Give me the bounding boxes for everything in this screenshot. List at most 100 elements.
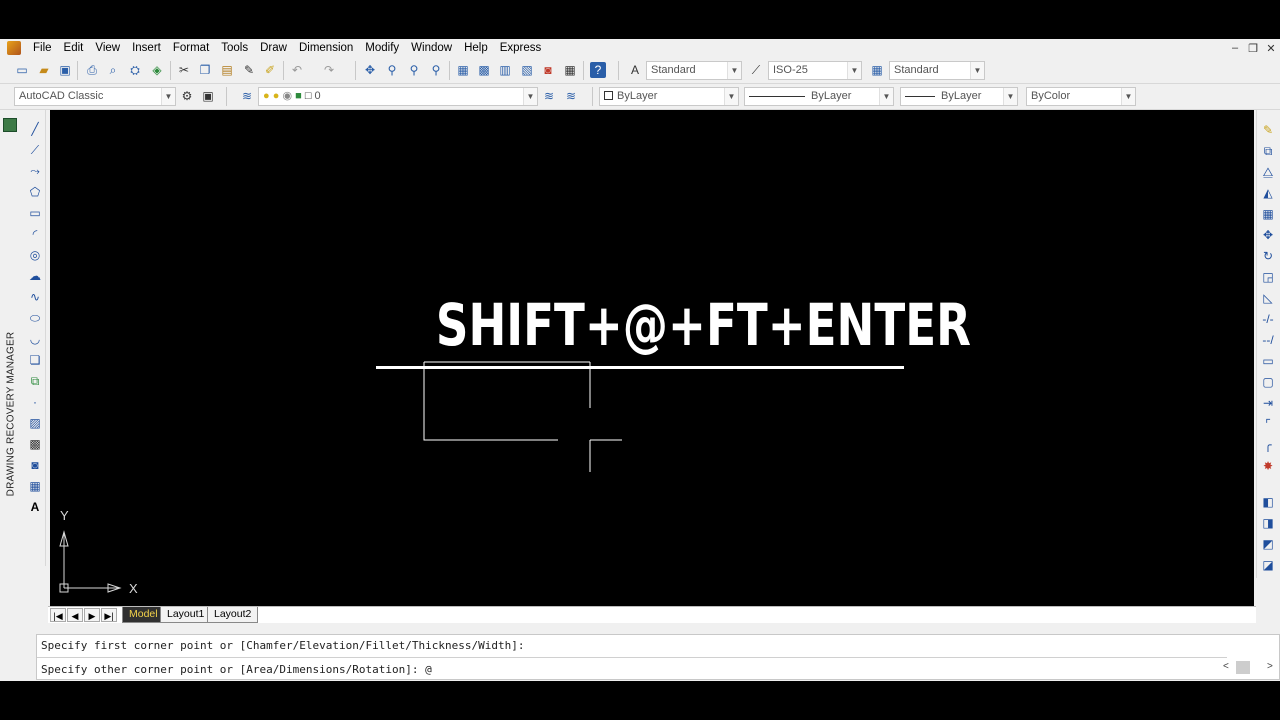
draw-order-front-icon[interactable]: ◧ [1260,494,1276,510]
plot-preview-icon[interactable]: ⌕ [105,62,121,78]
dimension-style-icon[interactable]: ⟋ [748,62,764,78]
menu-dimension[interactable]: Dimension [293,39,359,57]
make-layer-current-icon[interactable]: ≋ [541,88,557,104]
hatch-icon[interactable]: ▨ [27,415,43,431]
trim-icon[interactable]: -/- [1260,311,1276,327]
menu-window[interactable]: Window [405,39,458,57]
app-logo-icon[interactable] [7,41,21,55]
linetype-select[interactable]: ByLayer ▼ [744,87,894,106]
explode-icon[interactable]: ✸ [1260,458,1276,474]
spline-icon[interactable]: ∿ [27,289,43,305]
menu-draw[interactable]: Draw [254,39,293,57]
plot-icon[interactable]: ⎙ [84,62,100,78]
menu-edit[interactable]: Edit [58,39,90,57]
table-icon[interactable]: ▦ [27,478,43,494]
minimize-icon[interactable]: – [1226,42,1244,54]
previous-tab-button[interactable]: ◀ [67,608,83,622]
tool-palettes-icon[interactable]: ▥ [497,62,513,78]
scroll-thumb[interactable] [1236,661,1250,674]
array-icon[interactable]: ▦ [1260,206,1276,222]
workspace-save-icon[interactable]: ▣ [200,88,216,104]
markup-icon[interactable]: ◙ [540,62,556,78]
rectangle-icon[interactable]: ▭ [27,205,43,221]
undo-icon[interactable]: ↶ [289,62,305,78]
publish-icon[interactable]: ⛭ [127,62,143,78]
command-scrollbar[interactable]: < > [1219,657,1279,679]
command-line[interactable]: Specify first corner point or [Chamfer/E… [36,634,1280,680]
circle-icon[interactable]: ◎ [27,247,43,263]
line-icon[interactable]: ╱ [27,121,43,137]
break-icon[interactable]: ▢ [1260,374,1276,390]
plot-style-select[interactable]: ByColor ▼ [1026,87,1136,106]
move-icon[interactable]: ✥ [1260,227,1276,243]
ellipse-icon[interactable]: ⬭ [27,310,43,326]
menu-format[interactable]: Format [167,39,215,57]
paste-icon[interactable]: ▤ [219,62,235,78]
recovery-manager-icon[interactable] [3,118,17,132]
mirror-icon[interactable]: ⧋ [1260,164,1276,180]
revision-cloud-icon[interactable]: ☁ [27,268,43,284]
stretch-icon[interactable]: ◺ [1260,290,1276,306]
tab-layout2[interactable]: Layout2 [207,607,259,623]
restore-icon[interactable]: ❐ [1244,42,1262,55]
make-block-icon[interactable]: ⧉ [27,373,43,389]
extend-icon[interactable]: --/ [1260,332,1276,348]
redo-icon[interactable]: ↷ [321,62,337,78]
ellipse-arc-icon[interactable]: ◡ [27,331,43,347]
menu-insert[interactable]: Insert [126,39,167,57]
menu-tools[interactable]: Tools [215,39,254,57]
menu-view[interactable]: View [89,39,126,57]
workspace-select[interactable]: AutoCAD Classic ▼ [14,87,176,106]
rotate-icon[interactable]: ↻ [1260,248,1276,264]
help-icon[interactable]: ? [590,62,606,78]
workspace-settings-icon[interactable]: ⚙ [179,88,195,104]
insert-block-icon[interactable]: ❏ [27,352,43,368]
table-style-icon[interactable]: ▦ [869,62,885,78]
pan-icon[interactable]: ✥ [362,62,378,78]
design-center-icon[interactable]: ▩ [476,62,492,78]
layer-select[interactable]: ● ● ◉ ■ □ 0 ▼ [258,87,538,106]
arc-icon[interactable]: ◜ [27,226,43,242]
scroll-left-icon[interactable]: < [1223,661,1229,672]
zoom-previous-icon[interactable]: ⚲ [428,62,444,78]
multiline-text-icon[interactable]: A [27,499,43,515]
drawing-canvas[interactable]: Y X SHIFT+@+FT+ENTER [50,110,1254,606]
cut-icon[interactable]: ✂ [176,62,192,78]
match-properties-icon[interactable]: ✎ [241,62,257,78]
block-editor-icon[interactable]: ✐ [262,62,278,78]
dim-style-select[interactable]: ISO-25 ▼ [768,61,862,80]
copy-object-icon[interactable]: ⧉ [1260,143,1276,159]
layer-manager-icon[interactable]: ≋ [239,88,255,104]
new-file-icon[interactable]: ▭ [14,62,30,78]
point-icon[interactable]: · [27,394,43,410]
join-icon[interactable]: ⇥ [1260,395,1276,411]
tab-layout1[interactable]: Layout1 [160,607,212,623]
command-line-grip[interactable] [22,627,36,681]
fillet-icon[interactable]: ╭ [1260,437,1276,453]
chamfer-icon[interactable]: ⌜ [1260,416,1276,432]
properties-icon[interactable]: ▦ [455,62,471,78]
save-icon[interactable]: ▣ [57,62,73,78]
table-style-select[interactable]: Standard ▼ [889,61,985,80]
first-tab-button[interactable]: |◀ [50,608,66,622]
sheet-set-icon[interactable]: ▧ [519,62,535,78]
region-icon[interactable]: ◙ [27,457,43,473]
polyline-icon[interactable]: ⤳ [27,163,43,179]
scroll-right-icon[interactable]: > [1267,661,1273,672]
next-tab-button[interactable]: ▶ [84,608,100,622]
break-at-point-icon[interactable]: ▭ [1260,353,1276,369]
menu-express[interactable]: Express [494,39,548,57]
layer-previous-icon[interactable]: ≋ [563,88,579,104]
gradient-icon[interactable]: ▩ [27,436,43,452]
command-input[interactable]: Specify other corner point or [Area/Dime… [41,663,432,676]
zoom-window-icon[interactable]: ⚲ [406,62,422,78]
construction-line-icon[interactable]: ⟋ [27,142,43,158]
scale-icon[interactable]: ◲ [1260,269,1276,285]
bring-above-icon[interactable]: ◩ [1260,536,1276,552]
zoom-realtime-icon[interactable]: ⚲ [384,62,400,78]
menu-help[interactable]: Help [458,39,494,57]
send-under-icon[interactable]: ◪ [1260,557,1276,573]
text-style-select[interactable]: Standard ▼ [646,61,742,80]
offset-icon[interactable]: ◭ [1260,185,1276,201]
menu-file[interactable]: File [27,39,58,57]
